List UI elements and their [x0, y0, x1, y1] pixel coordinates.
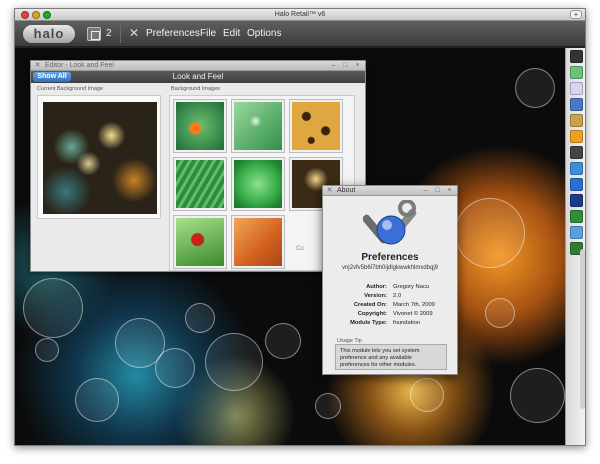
about-titlebar: ✕ About – □ ×: [323, 186, 457, 196]
editor-maximize-button[interactable]: □: [342, 62, 349, 69]
bokeh-circle: [515, 68, 555, 108]
halo-logo[interactable]: halo: [23, 25, 75, 43]
info-key: Created On:: [353, 302, 387, 308]
bokeh-circle: [265, 323, 301, 359]
tools-icon: ✕: [128, 26, 140, 40]
dock-app-icon[interactable]: [570, 130, 583, 143]
info-value: Gregory Nacu: [393, 284, 430, 290]
bokeh-circle: [75, 378, 119, 422]
app-menubar: halo 2 ✕ Preferences File Edit Options: [15, 21, 585, 47]
info-key: Module Type:: [350, 320, 387, 326]
zoom-window-button[interactable]: [43, 11, 51, 19]
dock-app-icon[interactable]: [570, 178, 583, 191]
bokeh-circle: [205, 333, 263, 391]
bg-thumb-ladybug[interactable]: [173, 215, 227, 269]
show-all-button[interactable]: Show All: [33, 72, 71, 82]
current-bg-image: [43, 102, 157, 214]
bokeh-circle: [315, 393, 341, 419]
info-key: Version:: [364, 293, 387, 299]
bokeh-circle: [455, 198, 525, 268]
dock-app-icon[interactable]: [570, 98, 583, 111]
window-count: 2: [106, 28, 112, 39]
minimize-window-button[interactable]: [32, 11, 40, 19]
editor-close-button[interactable]: ×: [354, 62, 361, 69]
info-row-module-type: Module Type: foundation: [323, 319, 457, 328]
bg-thumb-green-swirl[interactable]: [231, 157, 285, 211]
current-bg-label: Current Background Image: [37, 86, 104, 92]
dock-app-icon[interactable]: [570, 66, 583, 79]
dock-app-icon[interactable]: [570, 114, 583, 127]
menu-preferences[interactable]: Preferences: [146, 27, 200, 41]
editor-titlebar: ✕ Editor - Look and Feel – □ ×: [31, 61, 365, 71]
bokeh-circle: [485, 298, 515, 328]
info-key: Author:: [366, 284, 387, 290]
editor-heading: Look and Feel: [172, 72, 224, 81]
menu-edit[interactable]: Edit: [223, 27, 240, 41]
current-bg-panel: [37, 95, 161, 219]
dock-app-icon[interactable]: [570, 194, 583, 207]
bokeh-circle: [510, 368, 565, 423]
dock-scrollbar[interactable]: [580, 249, 585, 409]
menu-options[interactable]: Options: [247, 27, 281, 41]
module-id: vnj2vfv5b6l7bh0ijdlgkwwkhlmxdbqj9: [341, 265, 439, 271]
bokeh-circle: [155, 348, 195, 388]
window-title: Halo Retail™ v6: [274, 11, 326, 18]
info-value: 2.0: [393, 293, 402, 299]
info-value: March 7th, 2009: [393, 302, 435, 308]
menu-file[interactable]: File: [200, 27, 216, 41]
about-window: ✕ About – □ × Preferences vnj2vfv5b6l7bh…: [322, 185, 458, 375]
windows-icon[interactable]: [87, 27, 101, 41]
bg-thumb-water-drop[interactable]: [231, 99, 285, 153]
info-value: Vivonet © 2009: [393, 311, 433, 317]
bg-thumb-clownfish[interactable]: [173, 99, 227, 153]
bg-thumb-maple[interactable]: [231, 215, 285, 269]
info-value: foundation: [393, 320, 421, 326]
about-minimize-button[interactable]: –: [422, 187, 429, 194]
bokeh-circle: [23, 278, 83, 338]
grid-partial-label: Cu: [296, 246, 304, 252]
editor-window: ✕ Editor - Look and Feel – □ × Look and …: [30, 60, 366, 272]
info-row-author: Author: Gregory Nacu: [323, 283, 457, 292]
about-title: About: [337, 187, 356, 194]
bokeh-circle: [35, 338, 59, 362]
editor-toolbar: Look and Feel Show All: [31, 71, 365, 83]
close-window-button[interactable]: [21, 11, 29, 19]
about-menu-icon[interactable]: ✕: [326, 187, 333, 194]
editor-minimize-button[interactable]: –: [330, 62, 337, 69]
editor-menu-icon[interactable]: ✕: [34, 62, 41, 69]
info-row-copyright: Copyright: Vivonet © 2009: [323, 310, 457, 319]
dock-app-icon[interactable]: [570, 210, 583, 223]
dock-app-icon[interactable]: [570, 146, 583, 159]
bg-images-label: Background Images: [171, 86, 220, 92]
dock-app-icon[interactable]: [570, 226, 583, 239]
dock-app-icon[interactable]: [570, 50, 583, 63]
usage-tip-text: This module lets you set system preferen…: [335, 344, 447, 370]
about-maximize-button[interactable]: □: [434, 187, 441, 194]
bg-thumb-grass[interactable]: [173, 157, 227, 211]
dock-app-icon[interactable]: [570, 82, 583, 95]
window-titlebar: Halo Retail™ v6 +: [15, 9, 585, 21]
dock-app-icon[interactable]: [570, 162, 583, 175]
about-close-button[interactable]: ×: [446, 187, 453, 194]
bg-thumb-leopard[interactable]: [289, 99, 343, 153]
preferences-tools-icon: [363, 200, 417, 245]
menu-separator: [120, 25, 121, 43]
info-row-created: Created On: March 7th, 2009: [323, 301, 457, 310]
module-name: Preferences: [361, 252, 419, 263]
bokeh-circle: [410, 378, 444, 412]
toolbar-toggle-button[interactable]: +: [570, 10, 582, 19]
info-row-version: Version: 2.0: [323, 292, 457, 301]
editor-title: Editor - Look and Feel: [45, 62, 114, 69]
bokeh-circle: [185, 303, 215, 333]
info-key: Copyright:: [357, 311, 387, 317]
